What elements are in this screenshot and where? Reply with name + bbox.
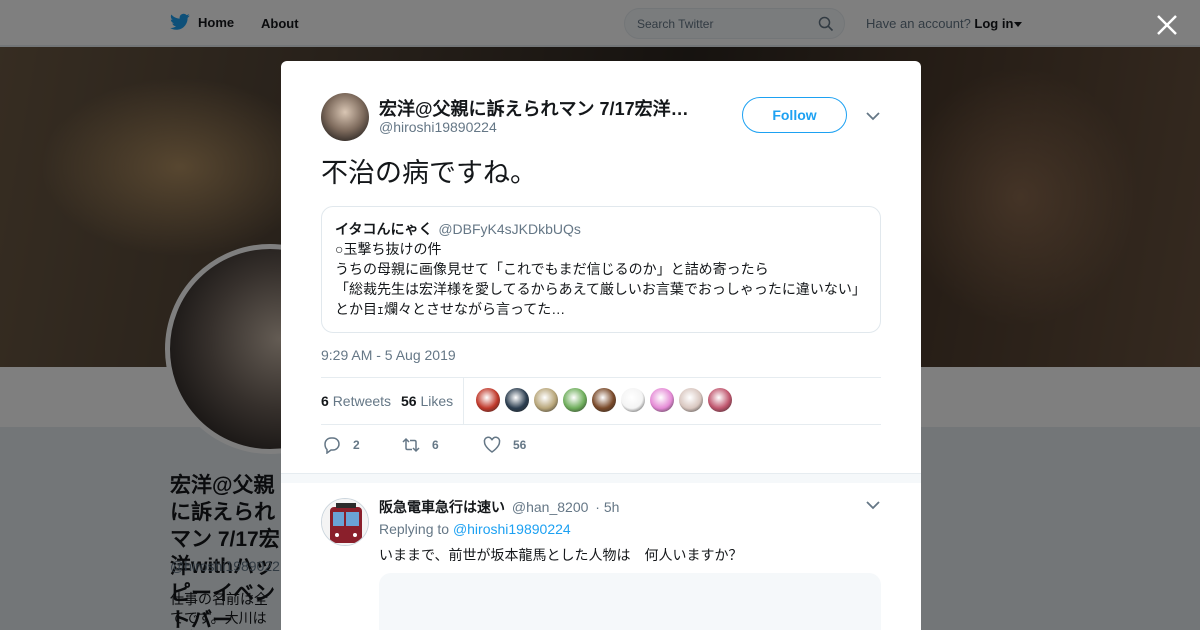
reply-icon xyxy=(324,437,340,454)
liker-avatar[interactable] xyxy=(592,388,616,412)
liker-avatar[interactable] xyxy=(534,388,558,412)
quote-text-line: とか目ｪ爛々とさせながら言ってた… xyxy=(335,301,566,317)
reply-count: 2 xyxy=(353,438,360,452)
retweet-icon xyxy=(402,437,420,453)
liker-avatar[interactable] xyxy=(621,388,645,412)
liker-avatar[interactable] xyxy=(650,388,674,412)
reply-action[interactable]: 2 xyxy=(323,436,360,454)
like-count: 56 xyxy=(513,438,527,452)
reply-author-name[interactable]: 阪急電車急行は速い xyxy=(379,499,505,515)
section-separator xyxy=(281,473,921,483)
reply-author-handle[interactable]: @han_8200 xyxy=(512,499,589,515)
tweet-modal: 宏洋@父親に訴えられマン 7/17宏洋withハッピーイベントバー @hiros… xyxy=(281,61,921,630)
stats-divider xyxy=(463,378,464,424)
reply-media[interactable] xyxy=(379,573,881,630)
likes-label: Likes xyxy=(420,393,454,409)
chevron-down-icon[interactable] xyxy=(866,112,880,121)
likes-count: 56 xyxy=(401,393,417,409)
quote-text-line: ○玉撃ち抜けの件 xyxy=(335,241,442,257)
liker-avatar[interactable] xyxy=(476,388,500,412)
reply-author-avatar[interactable] xyxy=(321,498,369,546)
replying-to-link[interactable]: @hiroshi19890224 xyxy=(453,521,571,537)
follow-button[interactable]: Follow xyxy=(742,97,847,133)
tweet-stats: 6 Retweets 56 Likes xyxy=(321,377,881,425)
chevron-down-icon[interactable] xyxy=(866,501,880,510)
author-name[interactable]: 宏洋@父親に訴えられマン 7/17宏洋withハッピーイベントバー xyxy=(379,95,699,121)
reply-header: 阪急電車急行は速い @han_8200 · 5h xyxy=(379,497,619,517)
tweet-timestamp[interactable]: 9:29 AM - 5 Aug 2019 xyxy=(321,347,456,363)
retweets-count: 6 xyxy=(321,393,329,409)
replying-to: Replying to @hiroshi19890224 xyxy=(379,521,571,537)
quote-text-line: 「総裁先生は宏洋様を愛してるからあえて厳しいお言葉でおっしゃったに違いない」 xyxy=(335,281,866,297)
like-action[interactable]: 56 xyxy=(483,436,526,454)
quote-author-handle: @DBFyK4sJKDkbUQs xyxy=(438,221,581,237)
likes-stat[interactable]: 56 Likes xyxy=(401,393,453,409)
reply-text: いままで、前世が坂本龍馬とした人物は 何人いますか？ xyxy=(379,547,743,563)
retweet-count: 6 xyxy=(432,438,439,452)
liker-avatar[interactable] xyxy=(505,388,529,412)
retweets-stat[interactable]: 6 Retweets xyxy=(321,393,391,409)
author-avatar[interactable] xyxy=(321,93,369,141)
liker-avatar[interactable] xyxy=(563,388,587,412)
author-handle[interactable]: @hiroshi19890224 xyxy=(379,119,497,135)
tweet-text: 不治の病ですね。 xyxy=(321,158,537,188)
reply-time[interactable]: · 5h xyxy=(595,499,619,515)
close-icon[interactable] xyxy=(1154,12,1180,38)
liker-avatar[interactable] xyxy=(679,388,703,412)
quote-text-line: うちの母親に画像見せて「これでもまだ信じるのか」と詰め寄ったら xyxy=(335,261,769,277)
retweet-action[interactable]: 6 xyxy=(402,436,439,454)
heart-icon xyxy=(483,436,501,453)
liker-avatar[interactable] xyxy=(708,388,732,412)
tweet-actions: 2 6 56 xyxy=(321,436,881,460)
train-avatar-icon xyxy=(322,499,368,545)
quoted-tweet[interactable]: イタコんにゃく @DBFyK4sJKDkbUQs ○玉撃ち抜けの件 うちの母親に… xyxy=(321,206,881,333)
retweets-label: Retweets xyxy=(332,393,392,409)
replying-prefix: Replying to xyxy=(379,521,450,537)
quote-author-name: イタコんにゃく xyxy=(335,221,433,237)
